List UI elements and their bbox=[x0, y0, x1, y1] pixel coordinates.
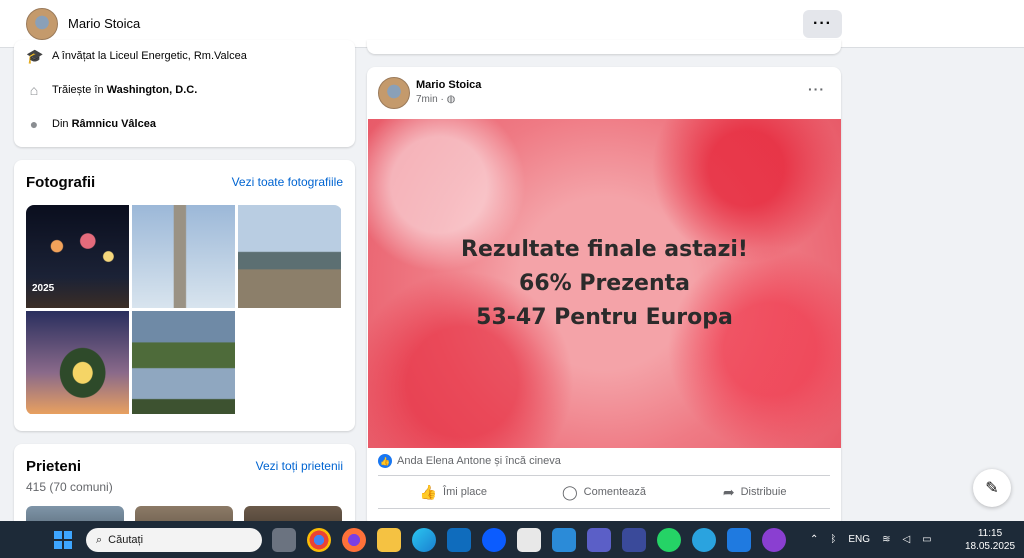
windows-logo-icon bbox=[64, 541, 72, 549]
photos-card: Fotografii Vezi toate fotografiile 2025 bbox=[14, 160, 355, 431]
search-icon: ⌕ bbox=[96, 533, 103, 546]
snipping-tool-icon[interactable] bbox=[517, 528, 541, 552]
share-button[interactable]: ➦ Distribuie bbox=[679, 481, 830, 503]
system-tray: ⌃ ᛒ ENG ≋ ◁ ▭ bbox=[810, 521, 932, 558]
chevron-up-icon[interactable]: ⌃ bbox=[810, 534, 818, 545]
intro-card: 🎓 A învățat la Liceul Energetic, Rm.Valc… bbox=[14, 40, 355, 147]
friends-count: 415 (70 comuni) bbox=[26, 480, 113, 494]
post-banner: Rezultate finale astazi! 66% Prezenta 53… bbox=[368, 119, 841, 448]
intro-from: ● Din Râmnicu Vâlcea bbox=[26, 116, 156, 132]
friends-title[interactable]: Prieteni bbox=[26, 458, 81, 475]
graduation-cap-icon: 🎓 bbox=[26, 48, 44, 64]
whatsapp-icon[interactable] bbox=[657, 528, 681, 552]
photo-pond[interactable] bbox=[132, 311, 235, 414]
zoom-icon[interactable] bbox=[482, 528, 506, 552]
see-all-friends-link[interactable]: Vezi toți prietenii bbox=[256, 459, 343, 473]
chrome-icon[interactable] bbox=[307, 528, 331, 552]
divider bbox=[378, 475, 830, 476]
windows-logo-icon bbox=[64, 531, 72, 539]
lives-in-place[interactable]: Washington, D.C. bbox=[107, 84, 198, 96]
more-options-button[interactable]: ··· bbox=[803, 10, 842, 38]
previous-post-card bbox=[367, 40, 841, 54]
telegram-icon[interactable] bbox=[692, 528, 716, 552]
volume-icon[interactable]: ◁ bbox=[902, 534, 910, 545]
taskbar-apps bbox=[272, 528, 786, 552]
from-place[interactable]: Râmnicu Vâlcea bbox=[72, 118, 156, 130]
globe-icon: ◍ bbox=[446, 94, 456, 105]
reactions-text[interactable]: Anda Elena Antone și încă cineva bbox=[397, 455, 561, 467]
post-card: Mario Stoica 7min · ◍ ··· Rezultate fina… bbox=[367, 67, 841, 527]
firefox-icon[interactable] bbox=[342, 528, 366, 552]
clock-time: 11:15 bbox=[977, 528, 1003, 539]
photo-grid: 2025 bbox=[26, 205, 342, 415]
intro-education: 🎓 A învățat la Liceul Energetic, Rm.Valc… bbox=[26, 48, 247, 64]
post-author-avatar[interactable] bbox=[378, 77, 410, 109]
education-text[interactable]: A învățat la Liceul Energetic, Rm.Valcea bbox=[52, 50, 247, 62]
banner-line: 53-47 Pentru Europa bbox=[476, 304, 733, 330]
windows-logo-icon bbox=[54, 531, 62, 539]
photo-caption: 2025 bbox=[32, 283, 55, 294]
widgets-icon[interactable] bbox=[552, 528, 576, 552]
share-arrow-icon: ➦ bbox=[722, 483, 735, 500]
battery-icon[interactable]: ▭ bbox=[922, 534, 931, 545]
edit-icon: ✎ bbox=[985, 480, 999, 497]
app-icon[interactable] bbox=[622, 528, 646, 552]
like-label: Îmi place bbox=[443, 486, 488, 498]
photo-city-view[interactable] bbox=[238, 205, 341, 308]
photo-monument[interactable] bbox=[132, 205, 235, 308]
banner-line: Rezultate finale astazi! bbox=[461, 236, 748, 262]
intro-lives-in: ⌂ Trăiește în Washington, D.C. bbox=[26, 82, 198, 98]
wifi-icon[interactable]: ≋ bbox=[882, 534, 890, 545]
post-more-button[interactable]: ··· bbox=[808, 81, 825, 97]
search-placeholder: Căutați bbox=[108, 534, 144, 546]
windows-logo-icon bbox=[54, 541, 62, 549]
todo-icon[interactable] bbox=[727, 528, 751, 552]
taskbar-clock[interactable]: 11:15 18.05.2025 bbox=[962, 527, 1018, 553]
post-time[interactable]: 7min bbox=[416, 94, 438, 105]
see-all-photos-link[interactable]: Vezi toate fotografiile bbox=[232, 175, 343, 189]
comment-button[interactable]: ◯ Comentează bbox=[529, 481, 680, 503]
post-timestamp: 7min · ◍ bbox=[416, 94, 456, 105]
post-reactions[interactable]: 👍 Anda Elena Antone și încă cineva bbox=[378, 454, 561, 468]
bluetooth-icon[interactable]: ᛒ bbox=[830, 534, 836, 545]
location-pin-icon: ● bbox=[29, 116, 39, 132]
comment-label: Comentează bbox=[583, 486, 647, 498]
new-message-button[interactable]: ✎ bbox=[973, 469, 1011, 507]
windows-taskbar: ⌕ Căutați ⌃ ᛒ ENG ≋ ◁ ▭ 11:15 18.05.2025 bbox=[0, 521, 1024, 558]
share-label: Distribuie bbox=[740, 486, 787, 498]
lives-in-prefix: Trăiește în bbox=[52, 84, 104, 96]
file-explorer-icon[interactable] bbox=[377, 528, 401, 552]
comment-icon: ◯ bbox=[561, 483, 578, 500]
teams-icon[interactable] bbox=[587, 528, 611, 552]
taskbar-search[interactable]: ⌕ Căutați bbox=[86, 528, 262, 552]
divider bbox=[378, 508, 830, 509]
start-button[interactable] bbox=[54, 531, 72, 549]
thumbs-up-icon: 👍 bbox=[419, 483, 438, 500]
app-icon[interactable] bbox=[762, 528, 786, 552]
photo-fireworks[interactable]: 2025 bbox=[26, 205, 129, 308]
post-author-name[interactable]: Mario Stoica bbox=[416, 79, 481, 91]
profile-name[interactable]: Mario Stoica bbox=[68, 16, 140, 31]
photo-christmas-tree[interactable] bbox=[26, 311, 129, 414]
like-reaction-icon: 👍 bbox=[378, 454, 392, 468]
task-view-icon[interactable] bbox=[272, 528, 296, 552]
banner-line: 66% Prezenta bbox=[519, 270, 690, 296]
home-icon: ⌂ bbox=[29, 82, 39, 98]
store-icon[interactable] bbox=[447, 528, 471, 552]
photos-title[interactable]: Fotografii bbox=[26, 174, 95, 191]
post-actions: 👍 Îmi place ◯ Comentează ➦ Distribuie bbox=[378, 481, 830, 503]
profile-avatar[interactable] bbox=[26, 8, 58, 40]
edge-icon[interactable] bbox=[412, 528, 436, 552]
clock-date: 18.05.2025 bbox=[964, 541, 1016, 552]
from-prefix: Din bbox=[52, 118, 69, 130]
language-indicator[interactable]: ENG bbox=[848, 534, 870, 545]
like-button[interactable]: 👍 Îmi place bbox=[378, 481, 529, 503]
